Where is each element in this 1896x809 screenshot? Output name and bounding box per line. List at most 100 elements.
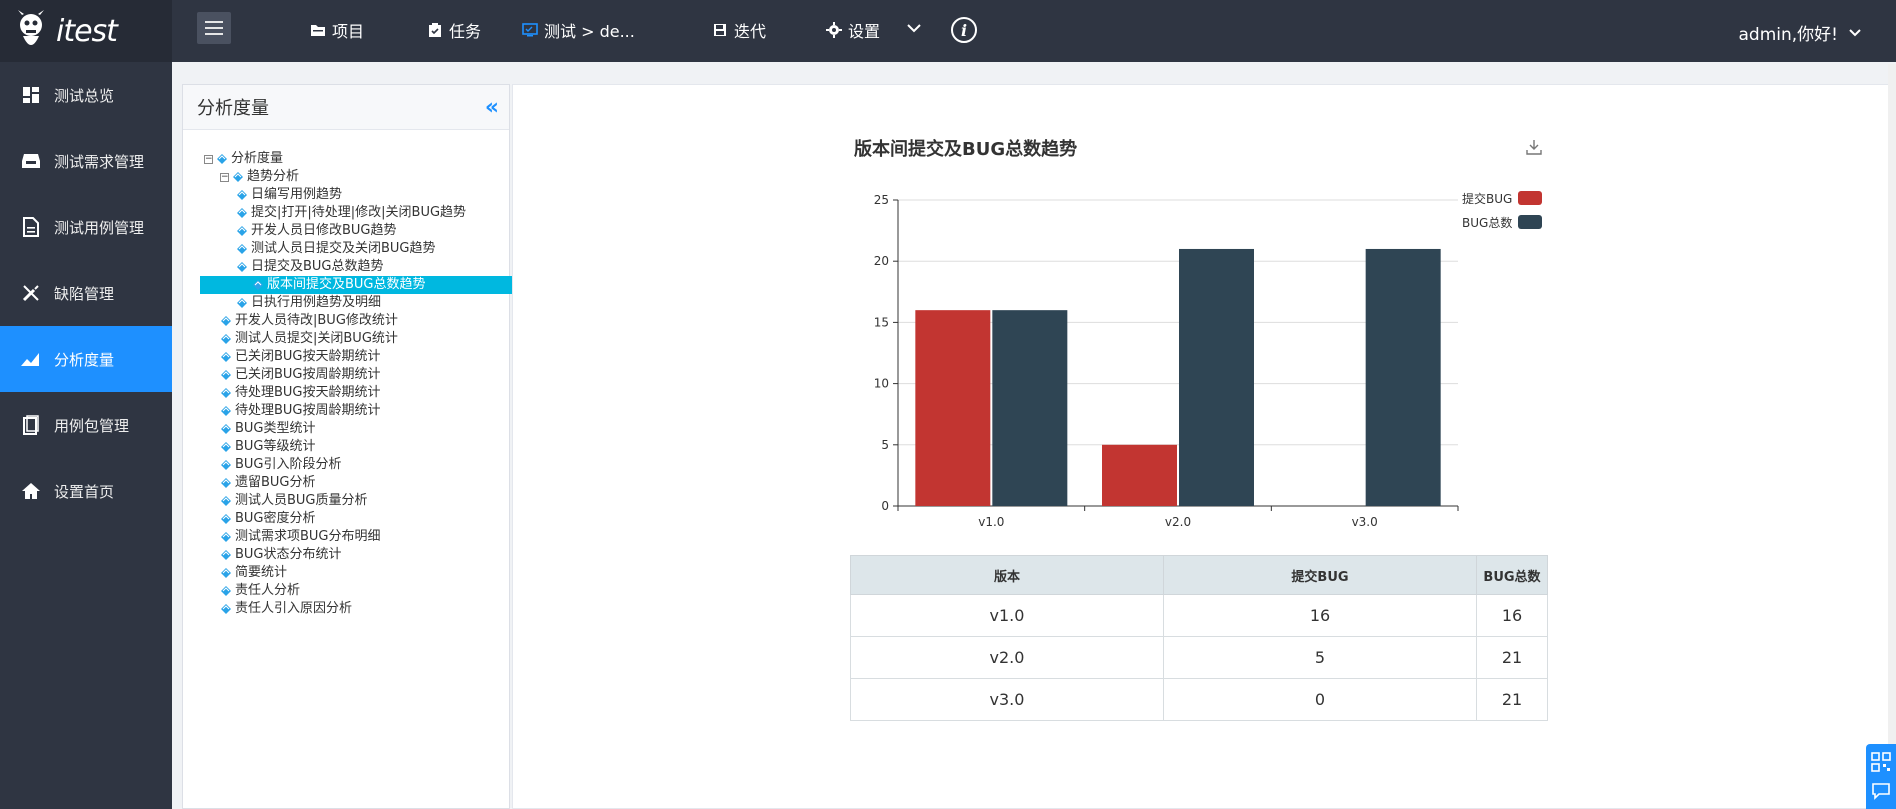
table-cell: 0: [1163, 678, 1477, 721]
tree-node[interactable]: 待处理BUG按周龄期统计: [204, 402, 542, 420]
qr-code-icon[interactable]: [1871, 752, 1891, 772]
table-header-row: 版本 提交BUG BUG总数: [850, 555, 1548, 595]
tree-node-label: 责任人引入原因分析: [235, 601, 353, 616]
tree-node-icon: [221, 532, 231, 542]
y-tick-label: 20: [874, 254, 889, 268]
tree-node-root[interactable]: − 分析度量: [204, 150, 542, 168]
expand-toggle[interactable]: −: [204, 154, 213, 164]
bar-total: [1365, 248, 1441, 506]
tree-node-label: 待处理BUG按天龄期统计: [235, 385, 381, 400]
sidebar-item-label: 分析度量: [54, 350, 115, 369]
sidebar-item-label: 测试用例管理: [54, 218, 145, 237]
tree-node-group[interactable]: − 趋势分析: [204, 168, 542, 186]
tree-node[interactable]: 简要统计: [204, 564, 542, 582]
package-icon: [20, 414, 42, 436]
tree-node-icon: [221, 388, 231, 398]
tree-node[interactable]: 遗留BUG分析: [204, 474, 542, 492]
tree-node-label: BUG状态分布统计: [235, 547, 342, 562]
table-row: v3.0 0 21: [850, 678, 1548, 721]
expand-toggle[interactable]: −: [220, 172, 229, 182]
brand-name: itest: [56, 13, 118, 49]
tree-node[interactable]: 日执行用例趋势及明细: [204, 294, 542, 312]
document-icon: [20, 216, 42, 238]
info-icon[interactable]: i: [951, 17, 977, 43]
x-tick-label: v3.0: [1352, 515, 1378, 529]
tree-node-label: 遗留BUG分析: [235, 475, 316, 490]
tree-node-icon: [221, 316, 231, 326]
tree-node[interactable]: 提交|打开|待处理|修改|关闭BUG趋势: [204, 204, 542, 222]
tree-node[interactable]: 日提交及BUG总数趋势: [204, 258, 542, 276]
tree-node[interactable]: 待处理BUG按天龄期统计: [204, 384, 542, 402]
user-menu[interactable]: admin,你好!: [1739, 20, 1863, 45]
tree-node[interactable]: BUG状态分布统计: [204, 546, 542, 564]
table-cell: 16: [1163, 594, 1477, 637]
nav-project[interactable]: 项目: [310, 18, 364, 42]
tree-node-label: 测试需求项BUG分布明细: [235, 529, 381, 544]
tree-node-label: 开发人员日修改BUG趋势: [251, 223, 397, 238]
tree-node[interactable]: BUG引入阶段分析: [204, 456, 542, 474]
chevron-down-icon[interactable]: [906, 22, 922, 34]
tree-node[interactable]: 测试需求项BUG分布明细: [204, 528, 542, 546]
tree-node-label: BUG引入阶段分析: [235, 457, 342, 472]
tree-node[interactable]: BUG密度分析: [204, 510, 542, 528]
tree-node-icon: [237, 262, 247, 272]
tree-node-label: BUG类型统计: [235, 421, 316, 436]
sidebar-item-label: 设置首页: [54, 482, 115, 501]
tree-node[interactable]: 责任人分析: [204, 582, 542, 600]
tree-node[interactable]: BUG类型统计: [204, 420, 542, 438]
tree-panel-title: 分析度量: [197, 98, 269, 119]
nav-task[interactable]: 任务: [427, 18, 481, 42]
tree-node[interactable]: 已关闭BUG按周龄期统计: [204, 366, 542, 384]
tree-node[interactable]: 测试人员提交|关闭BUG统计: [204, 330, 542, 348]
sidebar-item-requirements[interactable]: 测试需求管理: [0, 128, 172, 194]
tree-node-icon: [221, 604, 231, 614]
tree-node-label: 简要统计: [235, 565, 288, 580]
tree-node[interactable]: 开发人员日修改BUG趋势: [204, 222, 542, 240]
floating-toolbar[interactable]: [1866, 744, 1896, 809]
sidebar-item-defects[interactable]: 缺陷管理: [0, 260, 172, 326]
table-header: 提交BUG: [1163, 555, 1477, 595]
tree-node-icon: [237, 208, 247, 218]
sidebar-item-analysis[interactable]: 分析度量: [0, 326, 172, 392]
nav-iteration[interactable]: 迭代: [712, 18, 766, 42]
tree-node-icon: [237, 244, 247, 254]
nav-test[interactable]: 测试 > de...: [522, 18, 635, 42]
sidebar-item-packages[interactable]: 用例包管理: [0, 392, 172, 458]
tree-node-icon: [221, 406, 231, 416]
sidebar-item-testcases[interactable]: 测试用例管理: [0, 194, 172, 260]
sidebar-item-overview[interactable]: 测试总览: [0, 62, 172, 128]
tree-node-icon: [221, 496, 231, 506]
tree-node[interactable]: 开发人员待改|BUG修改统计: [204, 312, 542, 330]
tree-node[interactable]: BUG等级统计: [204, 438, 542, 456]
legend-swatch: [1518, 215, 1543, 229]
collapse-panel-icon[interactable]: ‹‹: [485, 95, 499, 120]
inbox-icon: [20, 150, 42, 172]
y-tick-label: 5: [881, 438, 889, 452]
tree-node-label: 已关闭BUG按天龄期统计: [235, 349, 381, 364]
tree-node[interactable]: 测试人员BUG质量分析: [204, 492, 542, 510]
tree-node[interactable]: 日编写用例趋势: [204, 186, 542, 204]
legend-item[interactable]: BUG总数: [1462, 210, 1543, 234]
table-cell: 21: [1476, 636, 1548, 679]
bar-chart: 0 5 10 15 20 25 v1.0 v2.0 v3.0: [874, 193, 1459, 529]
nav-settings[interactable]: 设置: [826, 18, 880, 42]
tree-node[interactable]: 版本间提交及BUG总数趋势: [200, 276, 542, 294]
y-tick-label: 0: [881, 499, 889, 513]
download-icon[interactable]: [1525, 138, 1543, 156]
tree-node[interactable]: 测试人员日提交及关闭BUG趋势: [204, 240, 542, 258]
tree-node-icon: [221, 586, 231, 596]
bar-submitted: [1102, 444, 1177, 506]
chat-icon[interactable]: [1871, 782, 1891, 800]
tree-node-icon: [237, 190, 247, 200]
legend-item[interactable]: 提交BUG: [1462, 186, 1543, 210]
tree-node-icon: [221, 550, 231, 560]
tree-node-label: BUG密度分析: [235, 511, 316, 526]
tree-node[interactable]: 责任人引入原因分析: [204, 600, 542, 618]
scrollbar[interactable]: [1888, 64, 1896, 809]
logo[interactable]: itest: [0, 0, 172, 62]
tree-node-label: 待处理BUG按周龄期统计: [235, 403, 381, 418]
sidebar-item-home-settings[interactable]: 设置首页: [0, 458, 172, 524]
tree-node-icon: [217, 154, 227, 164]
tree-node[interactable]: 已关闭BUG按天龄期统计: [204, 348, 542, 366]
menu-toggle-button[interactable]: [197, 12, 231, 44]
